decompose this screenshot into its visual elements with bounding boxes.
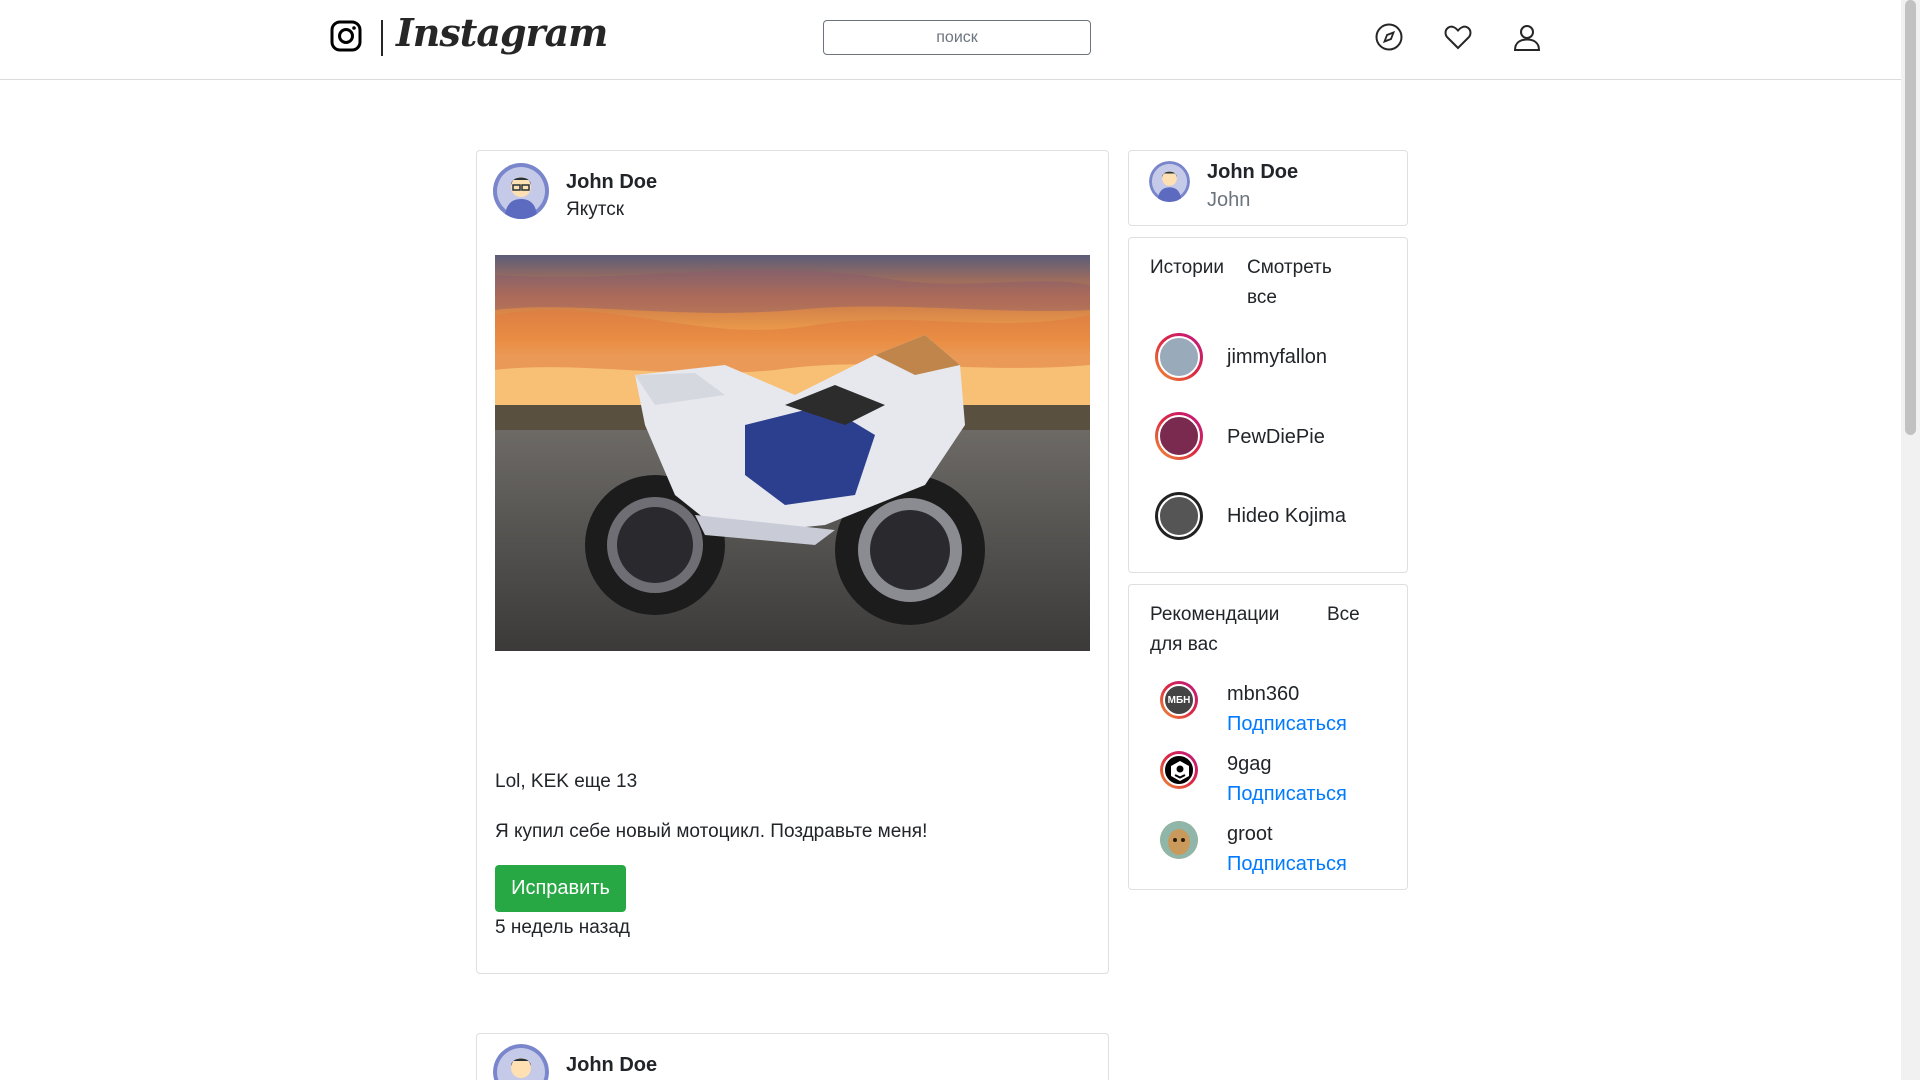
follow-link[interactable]: Подписаться bbox=[1227, 783, 1347, 806]
recommendations-title: Рекомендации для вас bbox=[1150, 604, 1280, 655]
stories-card: Истории Смотреть все jimmyfallon PewDieP… bbox=[1128, 237, 1408, 573]
story-avatar[interactable] bbox=[1155, 333, 1203, 381]
profile-username: John bbox=[1207, 189, 1251, 211]
logo-divider bbox=[381, 20, 383, 56]
top-navbar: Instagram bbox=[0, 0, 1901, 80]
post-card: John Doe Якутск Lol, KEK еще 13 Я купил … bbox=[476, 150, 1109, 974]
rec-name[interactable]: 9gag bbox=[1227, 753, 1272, 776]
scrollbar-thumb[interactable] bbox=[1905, 0, 1916, 435]
rec-name[interactable]: mbn360 bbox=[1227, 683, 1299, 706]
author-avatar[interactable] bbox=[493, 163, 549, 219]
stories-title: Истории bbox=[1150, 257, 1225, 278]
rec-name[interactable]: groot bbox=[1227, 823, 1273, 846]
profile-name[interactable]: John Doe bbox=[1207, 161, 1298, 184]
edit-post-button[interactable]: Исправить bbox=[495, 865, 626, 912]
recommendations-card: Рекомендации для вас Все МБН mbn360 Подп… bbox=[1128, 584, 1408, 890]
recommendations-all-link[interactable]: Все bbox=[1327, 600, 1360, 630]
rec-avatar[interactable]: МБН bbox=[1160, 681, 1198, 719]
stories-see-all-link[interactable]: Смотреть все bbox=[1247, 253, 1347, 313]
author-avatar[interactable] bbox=[493, 1044, 549, 1080]
follow-link[interactable]: Подписаться bbox=[1227, 713, 1347, 736]
nine-gag-logo-icon bbox=[1171, 761, 1189, 781]
rec-avatar[interactable] bbox=[1160, 821, 1198, 859]
rec-avatar[interactable] bbox=[1160, 751, 1198, 789]
post-photo-motorcycle[interactable] bbox=[495, 255, 1090, 651]
story-name[interactable]: jimmyfallon bbox=[1227, 346, 1327, 369]
post-author-name[interactable]: John Doe bbox=[566, 171, 657, 194]
profile-card: John Doe John bbox=[1128, 150, 1408, 226]
post-caption-title: Lol, KEK еще 13 bbox=[495, 771, 638, 792]
search-input[interactable] bbox=[823, 20, 1091, 55]
compass-icon[interactable] bbox=[1374, 22, 1404, 52]
post-card-2: John Doe bbox=[476, 1033, 1109, 1080]
post-timestamp: 5 недель назад bbox=[495, 917, 630, 938]
post-author-name[interactable]: John Doe bbox=[566, 1054, 657, 1077]
instagram-glyph-icon[interactable] bbox=[330, 20, 362, 52]
rec-avatar-badge: МБН bbox=[1163, 684, 1195, 716]
user-profile-icon[interactable] bbox=[1512, 22, 1542, 52]
story-name[interactable]: PewDiePie bbox=[1227, 426, 1325, 449]
heart-icon[interactable] bbox=[1443, 22, 1473, 52]
story-avatar[interactable] bbox=[1155, 412, 1203, 460]
page-scrollbar[interactable] bbox=[1901, 0, 1920, 1080]
story-avatar[interactable] bbox=[1155, 492, 1203, 540]
profile-avatar[interactable] bbox=[1149, 161, 1190, 202]
brand-wordmark[interactable]: Instagram bbox=[396, 10, 608, 55]
story-name[interactable]: Hideo Kojima bbox=[1227, 505, 1346, 528]
post-location[interactable]: Якутск bbox=[566, 199, 624, 221]
post-caption-text: Я купил себе новый мотоцикл. Поздравьте … bbox=[495, 821, 928, 842]
follow-link[interactable]: Подписаться bbox=[1227, 853, 1347, 876]
